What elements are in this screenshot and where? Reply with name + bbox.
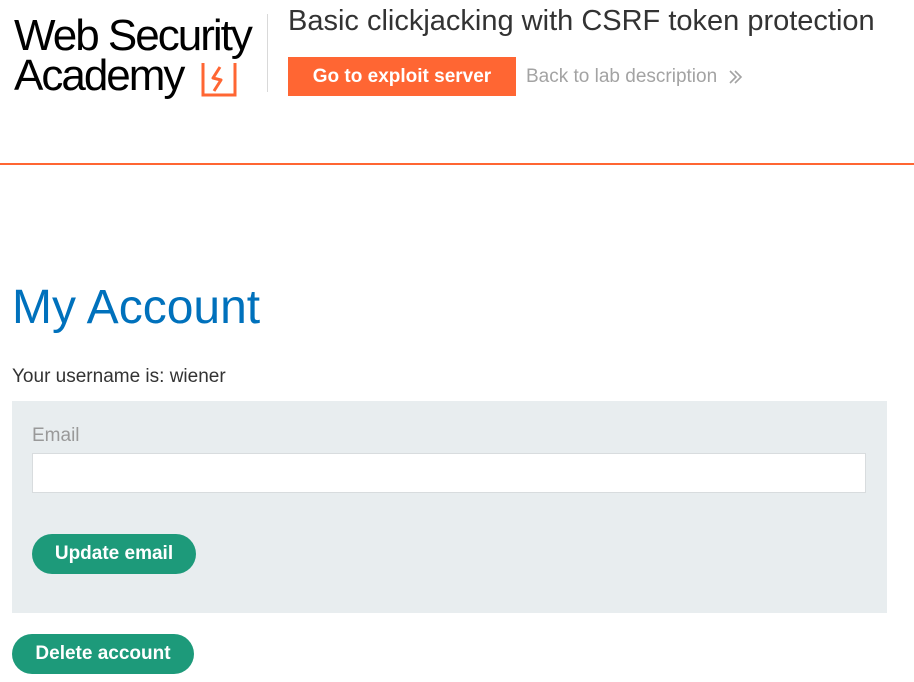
change-email-form: Email Update email [12, 401, 887, 613]
lab-title: Basic clickjacking with CSRF token prote… [288, 5, 875, 37]
back-link-label: Back to lab description [526, 66, 718, 87]
username-text: Your username is: wiener [12, 366, 226, 387]
email-label: Email [32, 425, 80, 446]
logo-text-line2: Academy [14, 51, 185, 100]
web-security-academy-logo[interactable]: Web Security Academy [14, 12, 264, 102]
delete-account-button[interactable]: Delete account [12, 634, 194, 674]
double-chevron-right-icon [729, 70, 743, 84]
page-title: My Account [12, 281, 261, 334]
back-to-lab-description-link[interactable]: Back to lab description [526, 63, 743, 91]
header-divider [267, 14, 268, 92]
site-header: Web Security Academy Basic clickjacking … [0, 0, 914, 165]
bolt-icon [201, 63, 237, 97]
go-to-exploit-server-button[interactable]: Go to exploit server [288, 57, 516, 96]
update-email-button[interactable]: Update email [32, 534, 196, 574]
email-field[interactable] [32, 453, 866, 493]
